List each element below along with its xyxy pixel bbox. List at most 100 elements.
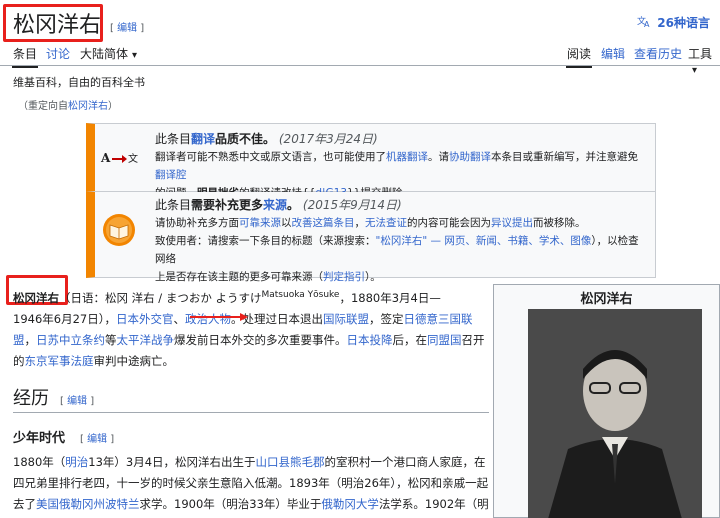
text: 以 [281, 217, 292, 229]
tools-dropdown[interactable]: 工具 ▾ [688, 45, 720, 76]
notice-line: 致使用者：请搜索一下条目的标题（来源搜索："松冈洋右" — 网页、新闻、书籍、学… [155, 232, 647, 268]
edit-link[interactable]: 编辑 [67, 396, 87, 407]
surrender-link[interactable]: 日本投降 [347, 333, 393, 347]
notice-heading: 此条目需要补充更多来源。 (2015年9月14日) [155, 196, 647, 214]
svg-text:A: A [100, 151, 111, 165]
notice-translation: A 文 此条目翻译品质不佳。 (2017年3月24日) 翻译者可能不熟悉中文或原… [86, 123, 656, 199]
variant-dropdown[interactable]: 大陆简体 ▾ [80, 45, 137, 62]
translation-icon: A 文 [95, 124, 145, 191]
translationese-link[interactable]: 翻译腔 [155, 169, 187, 181]
text: 此条目 [155, 132, 192, 146]
text: 致使用者：请搜索一下条目的标题（来源搜索： [155, 235, 376, 247]
subsection-edit: [ 编辑 ] [80, 430, 114, 445]
language-label: 26种语言 [657, 16, 710, 30]
kumage-link[interactable]: 山口县熊毛郡 [256, 455, 325, 469]
infobox: 松冈洋右 [493, 284, 720, 518]
text: ，签定 [368, 311, 404, 326]
text: ，1880年3月4日— [339, 290, 441, 305]
language-button[interactable]: 文A 26种语言 [637, 14, 710, 31]
notice-line: 翻译者可能不熟悉中文或原文语言，也可能使用了机器翻译。请协助翻译本条目或重新编写… [155, 148, 647, 184]
page-title: 松冈洋右 [13, 13, 102, 38]
translate-icon: 文A [637, 15, 651, 30]
meiji-link[interactable]: 明治 [65, 455, 88, 469]
text: 的内容可能会因为 [407, 217, 491, 229]
challenge-link[interactable]: 异议提出 [491, 217, 533, 229]
tab-read[interactable]: 阅读 [565, 45, 593, 68]
tribunal-link[interactable]: 东京军事法庭 [25, 354, 94, 368]
tools-label: 工具 [688, 47, 713, 61]
verifiability-link[interactable]: 无法查证 [365, 217, 407, 229]
league-link[interactable]: 国际联盟 [323, 312, 369, 326]
book-icon [95, 192, 145, 277]
text: 需要补充更多 [191, 198, 264, 212]
redirect-suffix: ） [108, 101, 118, 112]
diplomat-link[interactable]: 日本外交官 [116, 312, 174, 326]
text: 审判中途病亡。 [93, 353, 175, 368]
arrow-icon [190, 313, 248, 321]
machine-translation-link[interactable]: 机器翻译 [386, 151, 428, 163]
tab-history[interactable]: 查看历史 [634, 45, 682, 62]
notice-sources: 此条目需要补充更多来源。 (2015年9月14日) 请协助补充多方面可靠来源以改… [86, 192, 656, 283]
text: 13年）3月4日，松冈洋右出生于 [88, 455, 256, 469]
redirect-link[interactable]: 松冈洋右 [68, 101, 108, 112]
text: ] [107, 434, 115, 445]
text: 求学。1900年（明治33年）毕业于 [139, 497, 322, 511]
romaji: Matsuoka Yōsuke [261, 290, 340, 300]
tab-article[interactable]: 条目 [11, 45, 39, 68]
redirect-note: （重定向自松冈洋右） [18, 97, 118, 112]
text: 。 [287, 198, 300, 212]
text: 、 [173, 311, 185, 326]
notice-date: (2015年9月14日) [302, 198, 402, 212]
text: 而被移除。 [533, 217, 586, 229]
sources-link[interactable]: 来源 [263, 198, 287, 212]
text: 此条目 [155, 198, 192, 212]
subsection-heading: 少年时代 [13, 431, 66, 446]
divider [13, 412, 489, 413]
redirect-prefix: （重定向自 [18, 101, 68, 112]
svg-text:A: A [644, 20, 650, 27]
improve-link[interactable]: 改善这篇条目 [292, 217, 355, 229]
text: ] [87, 396, 95, 407]
text: ）。 [365, 271, 381, 283]
section-edit: [ 编辑 ] [60, 392, 94, 407]
chevron-down-icon: ▾ [692, 65, 698, 76]
tab-talk[interactable]: 讨论 [46, 45, 70, 62]
site-subtitle: 维基百科，自由的百科全书 [13, 76, 145, 89]
svg-text:文: 文 [128, 152, 138, 165]
text: 爆发前日本外交的多次重要事件。 [174, 332, 347, 347]
title-edit: [ 编辑 ] [110, 19, 144, 34]
text: 1880年（ [13, 455, 66, 469]
infobox-title: 松冈洋右 [580, 292, 633, 307]
portrait-photo[interactable] [528, 309, 702, 518]
text: （日语：松冈 洋右 / まつおか ようすけ [59, 290, 262, 305]
edit-link[interactable]: 编辑 [87, 434, 107, 445]
lead-paragraph: 松冈洋右（日语：松冈 洋右 / まつおか ようすけMatsuoka Yōsuke… [13, 285, 489, 372]
notice-line: 请协助补充多方面可靠来源以改善这篇条目，无法查证的内容可能会因为异议提出而被移除… [155, 214, 647, 232]
chevron-down-icon: ▾ [132, 50, 138, 61]
edit-link[interactable]: 编辑 [117, 23, 137, 34]
neutrality-pact-link[interactable]: 日苏中立条约 [36, 333, 105, 347]
source-search-link[interactable]: "松冈洋右" — 网页、新闻、书籍、学术、图像 [376, 235, 592, 247]
text: ， [354, 217, 366, 229]
text: 上是否存在该主题的更多可靠来源（ [155, 271, 323, 283]
allies-link[interactable]: 同盟国 [427, 333, 462, 347]
reliable-sources-link[interactable]: 可靠来源 [239, 217, 281, 229]
edit-bracket: ] [137, 23, 145, 34]
oregon-university-link[interactable]: 俄勒冈大学 [321, 497, 379, 511]
text: 翻译者可能不熟悉中文或原文语言，也可能使用了 [155, 151, 386, 163]
text: 品质不佳。 [215, 132, 276, 146]
notice-heading: 此条目翻译品质不佳。 (2017年3月24日) [155, 130, 647, 148]
text: ， [24, 332, 37, 347]
pacific-war-link[interactable]: 太平洋战争 [117, 333, 175, 347]
portland-link[interactable]: 美国俄勒冈州波特兰 [36, 497, 140, 511]
body-paragraph: 1880年（明治13年）3月4日，松冈洋右出生于山口县熊毛郡的室积村一个港口商人… [13, 452, 489, 518]
notice-date: (2017年3月24日) [278, 132, 378, 146]
translate-link[interactable]: 翻译 [191, 132, 215, 146]
text: 。请 [428, 151, 449, 163]
tab-edit[interactable]: 编辑 [601, 45, 625, 62]
page-tabs: 条目 讨论 大陆简体 ▾ 阅读 编辑 查看历史 工具 ▾ [0, 42, 720, 76]
text: 请协助补充多方面 [155, 217, 239, 229]
subject-name: 松冈洋右 [13, 290, 59, 305]
guideline-link[interactable]: 判定指引 [323, 271, 365, 283]
help-translate-link[interactable]: 协助翻译 [449, 151, 491, 163]
